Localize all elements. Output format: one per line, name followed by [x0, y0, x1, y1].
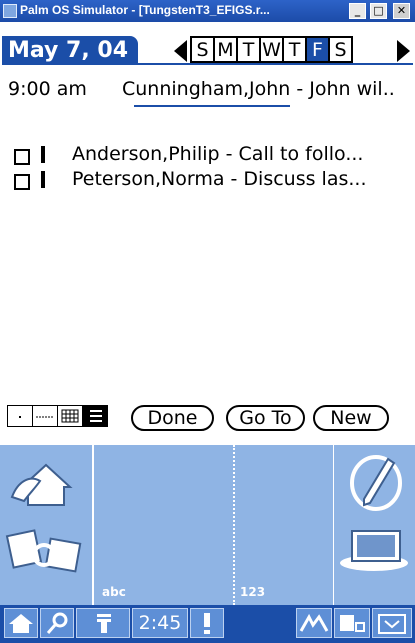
- signal-button[interactable]: [296, 608, 332, 638]
- day-button-tue[interactable]: T: [236, 36, 261, 63]
- search-icon: [46, 612, 68, 634]
- week-view-icon: [36, 416, 54, 418]
- graffiti-123-label: 123: [240, 585, 266, 599]
- home-icon: [9, 614, 33, 633]
- graffiti-midline: [233, 445, 235, 605]
- graffiti-right-panel: [334, 445, 415, 605]
- todo-checkbox[interactable]: [14, 174, 30, 190]
- graffiti-right-icons: [340, 455, 408, 571]
- menu-icon: [97, 614, 111, 633]
- date-title[interactable]: May 7, 04: [2, 36, 138, 65]
- todo-text: Anderson,Philip - Call to follo...: [72, 143, 364, 165]
- appointment-time: 9:00 am: [8, 78, 87, 100]
- home-icon[interactable]: [10, 463, 73, 506]
- header-divider: [2, 63, 413, 65]
- graffiti-left-icons: [5, 463, 82, 573]
- todo-priority: [41, 171, 45, 188]
- day-view-icon: [19, 416, 21, 418]
- day-button-thu[interactable]: T: [282, 36, 307, 63]
- text-cursor-underline: [134, 105, 290, 107]
- home-button[interactable]: [4, 608, 38, 638]
- find-button[interactable]: [40, 608, 74, 638]
- minimize-button[interactable]: _: [349, 3, 366, 19]
- todo-checkbox[interactable]: [14, 149, 30, 165]
- alert-button[interactable]: [190, 608, 224, 638]
- graffiti-left-panel: [0, 445, 92, 605]
- previous-week-arrow-icon[interactable]: [174, 40, 187, 62]
- todo-text: Peterson,Norma - Discuss las...: [72, 168, 367, 190]
- new-button[interactable]: New: [313, 405, 389, 431]
- goto-button[interactable]: Go To: [226, 405, 305, 431]
- window-title: Palm OS Simulator - [TungstenT3_EFIGS.r.…: [20, 3, 270, 17]
- rotate-icon: [340, 615, 365, 632]
- day-button-mon[interactable]: M: [213, 36, 238, 63]
- appointment-description: Cunningham,John - John wil..: [122, 78, 395, 100]
- month-view-button[interactable]: [57, 405, 83, 427]
- todo-item[interactable]: Anderson,Philip - Call to follo...: [14, 143, 404, 168]
- input-area-toggle-button[interactable]: [372, 608, 412, 638]
- agenda-view-icon: [90, 410, 102, 422]
- photo-icon[interactable]: [340, 530, 408, 571]
- day-view-button[interactable]: [7, 405, 33, 427]
- clock-display[interactable]: 2:45: [132, 608, 188, 638]
- todo-item[interactable]: Peterson,Norma - Discuss las...: [14, 168, 404, 193]
- week-day-selector: S M T W T F S: [190, 36, 353, 63]
- sync-icon[interactable]: [5, 529, 82, 573]
- graffiti-abc-label: abc: [102, 585, 126, 599]
- month-view-icon: [61, 409, 79, 423]
- simulator-icon: [3, 4, 17, 18]
- pen-icon[interactable]: [350, 455, 402, 511]
- graffiti-divider: [92, 445, 94, 605]
- status-bar: 2:45: [0, 605, 415, 643]
- day-button-sat[interactable]: S: [328, 36, 353, 63]
- view-selector: [7, 405, 108, 427]
- agenda-view-button[interactable]: [82, 405, 108, 427]
- collapse-input-icon: [378, 614, 406, 634]
- maximize-button[interactable]: □: [370, 3, 387, 19]
- day-button-wed[interactable]: W: [259, 36, 284, 63]
- week-view-button[interactable]: [32, 405, 58, 427]
- graffiti-area[interactable]: abc 123: [0, 445, 415, 605]
- appointment-row[interactable]: 9:00 am Cunningham,John - John wil..: [8, 78, 395, 100]
- menu-button[interactable]: [76, 608, 130, 638]
- todo-priority: [41, 146, 45, 163]
- rotate-screen-button[interactable]: [334, 608, 370, 638]
- day-button-fri[interactable]: F: [305, 36, 330, 63]
- window-title-bar: Palm OS Simulator - [TungstenT3_EFIGS.r.…: [0, 0, 415, 22]
- day-button-sun[interactable]: S: [190, 36, 215, 63]
- next-week-arrow-icon[interactable]: [397, 40, 410, 62]
- alert-icon: [204, 613, 210, 634]
- signal-icon: [299, 613, 329, 632]
- done-button[interactable]: Done: [131, 405, 214, 431]
- close-button[interactable]: ✕: [393, 3, 410, 19]
